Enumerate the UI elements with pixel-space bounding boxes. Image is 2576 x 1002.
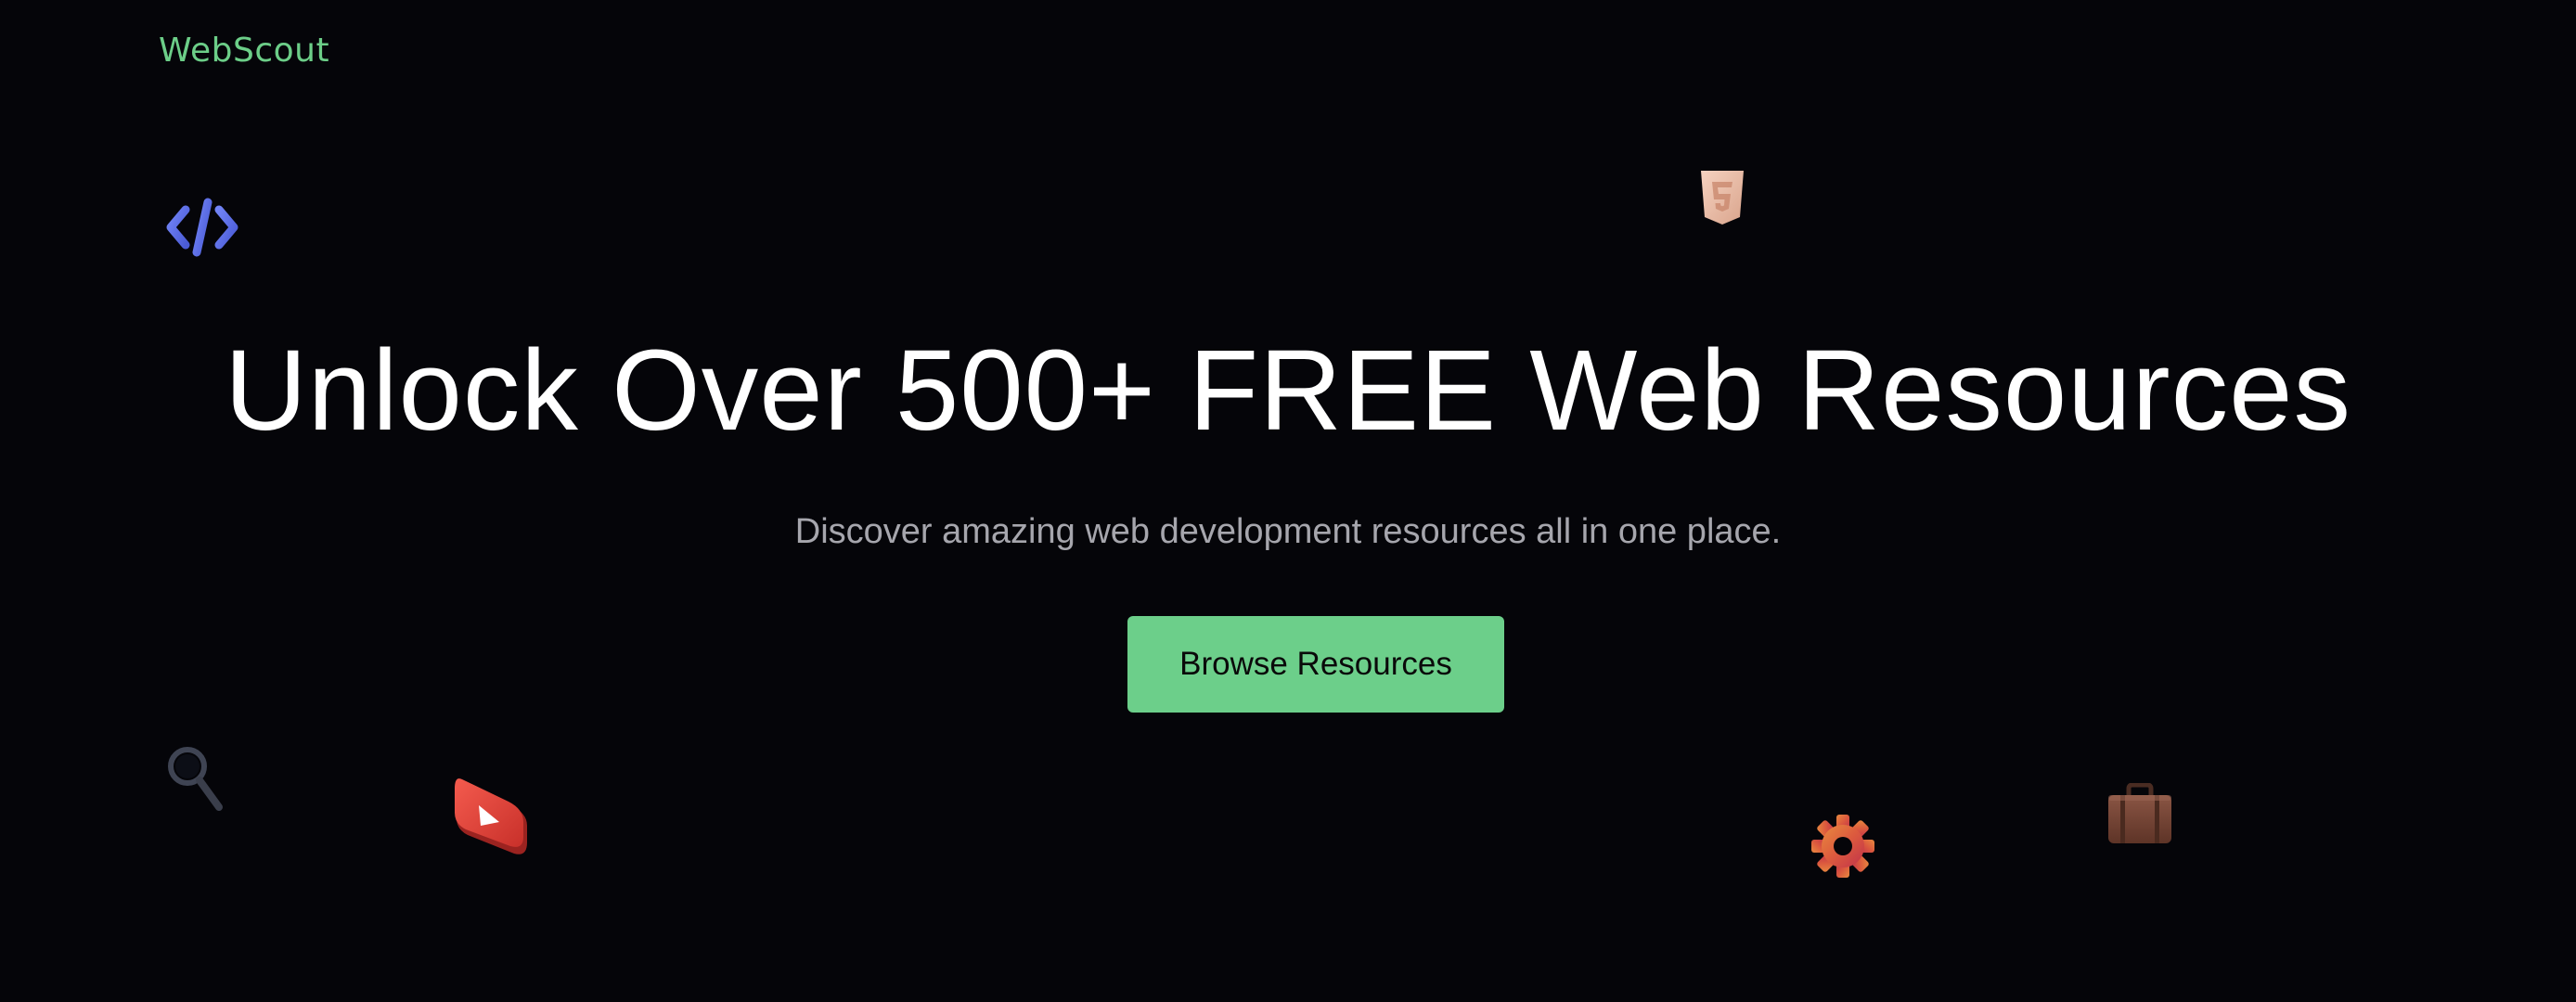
play-button-icon bbox=[453, 777, 531, 865]
landing-page: WebScout Unlock Over 500+ FREE Web Resou… bbox=[0, 0, 2576, 1002]
brand-logo-link[interactable]: WebScout bbox=[159, 32, 329, 70]
hero-subtitle: Discover amazing web development resourc… bbox=[794, 512, 1782, 551]
gear-icon bbox=[1810, 813, 1876, 880]
hero-headline: Unlock Over 500+ FREE Web Resources bbox=[224, 328, 2352, 455]
briefcase-icon bbox=[2106, 783, 2173, 846]
code-icon bbox=[165, 195, 239, 260]
browse-resources-button[interactable]: Browse Resources bbox=[1127, 616, 1504, 713]
magnifier-icon bbox=[163, 742, 225, 813]
html5-shield-icon bbox=[1697, 167, 1747, 228]
